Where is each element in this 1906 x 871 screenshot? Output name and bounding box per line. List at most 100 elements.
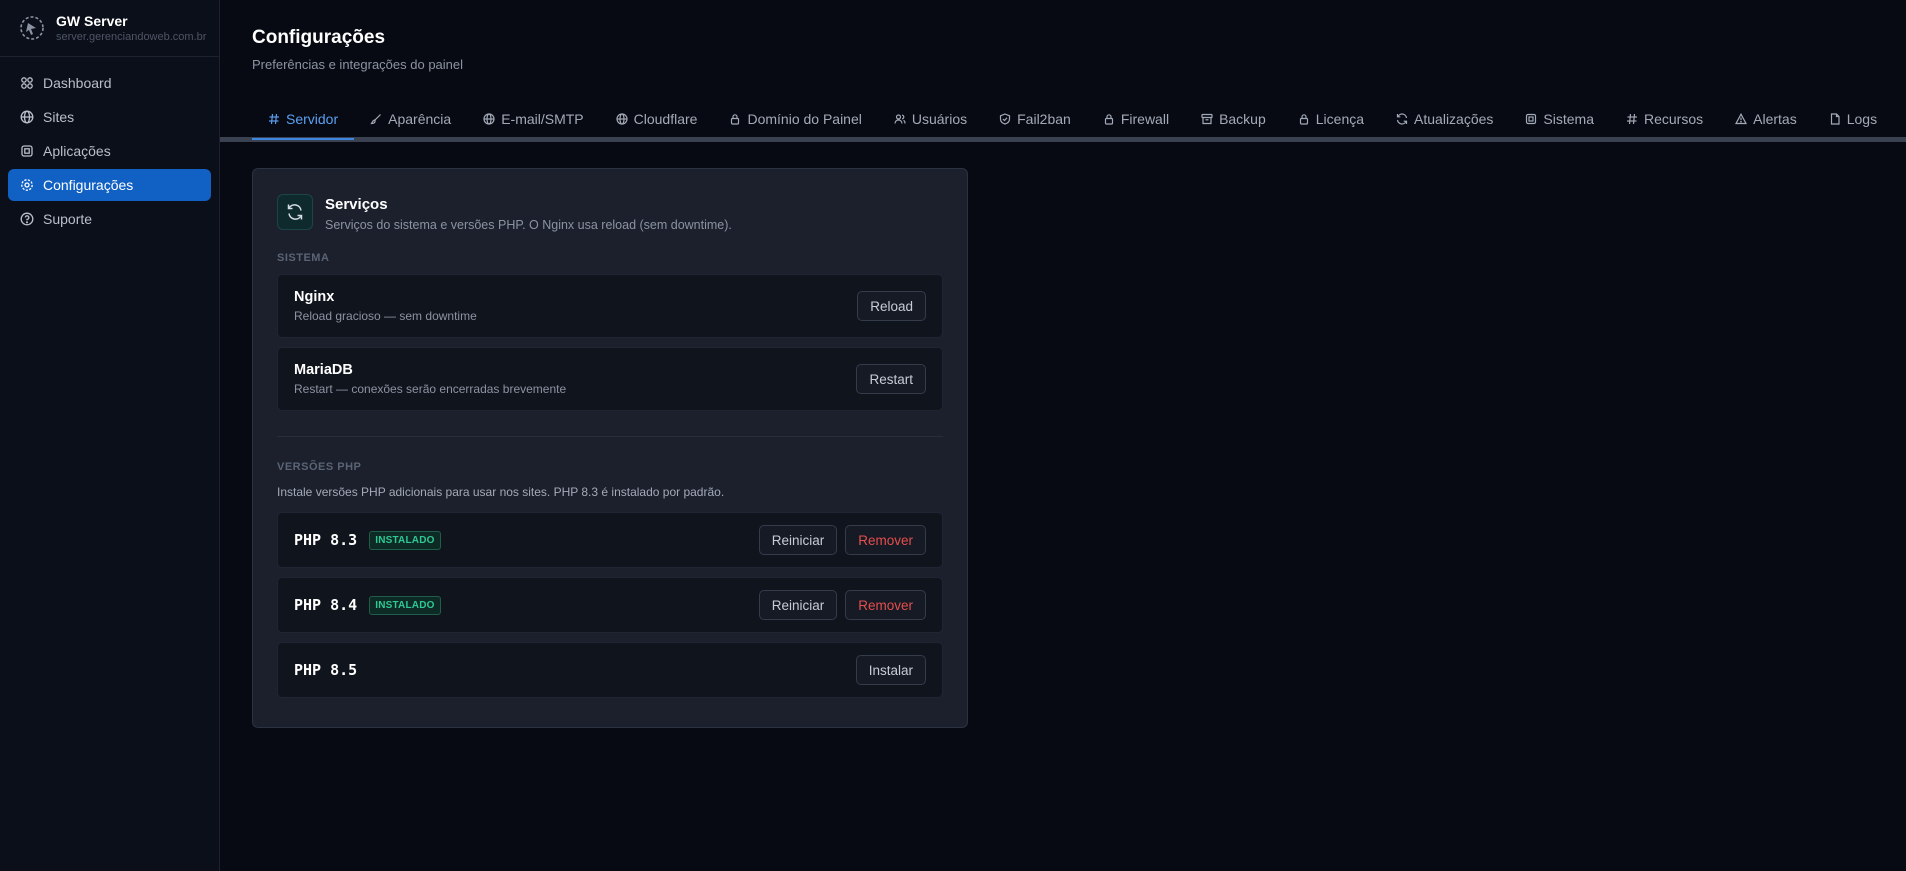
tab-label: Cloudflare: [633, 111, 698, 127]
lock-icon: [731, 114, 740, 125]
brand-subtitle: server.gerenciandoweb.com.br: [56, 31, 207, 43]
refresh-icon: [277, 194, 313, 230]
tab-label: Fail2ban: [1017, 111, 1071, 127]
tab-label: Atualizações: [1414, 111, 1494, 127]
tab-label: Domínio do Painel: [747, 111, 862, 127]
php-row-8-5: PHP 8.5 Instalar: [277, 642, 943, 698]
sidebar-item-sites[interactable]: Sites: [8, 101, 211, 133]
main-content: Configurações Preferências e integrações…: [220, 0, 1906, 871]
tab-email-smtp[interactable]: E-mail/SMTP: [467, 98, 599, 140]
sidebar-item-label: Dashboard: [43, 75, 112, 91]
page-header: Configurações Preferências e integrações…: [220, 0, 1906, 80]
tab-licenca[interactable]: Licença: [1282, 98, 1380, 140]
service-description: Restart — conexões serão encerradas brev…: [294, 382, 567, 396]
tab-label: Aparência: [388, 111, 452, 127]
brand[interactable]: GW Server server.gerenciandoweb.com.br: [0, 0, 219, 57]
php-row-8-4: PHP 8.4 INSTALADO Reiniciar Remover: [277, 577, 943, 633]
nginx-reload-button[interactable]: Reload: [857, 291, 926, 321]
service-description: Reload gracioso — sem downtime: [294, 309, 477, 323]
php-version-name: PHP 8.5: [294, 661, 358, 679]
tab-cloudflare[interactable]: Cloudflare: [600, 98, 714, 140]
php-8-3-restart-button[interactable]: Reiniciar: [758, 525, 838, 555]
php-8-4-restart-button[interactable]: Reiniciar: [758, 590, 838, 620]
tab-alertas[interactable]: Alertas: [1719, 98, 1813, 140]
tab-label: Backup: [1219, 111, 1266, 127]
service-row-mariadb: MariaDB Restart — conexões serão encerra…: [277, 347, 943, 411]
sidebar-item-label: Configurações: [43, 177, 134, 193]
php-8-5-install-button[interactable]: Instalar: [855, 655, 926, 685]
card-header: Serviços Serviços do sistema e versões P…: [277, 194, 943, 232]
settings-tabs: Servidor Aparência E-mail/SMTP Cloudflar…: [220, 98, 1906, 142]
tab-label: Logs: [1846, 111, 1878, 127]
alert-triangle-icon: [1735, 113, 1748, 125]
tab-label: Licença: [1315, 111, 1365, 127]
globe-icon: [20, 110, 34, 124]
sidebar-item-suporte[interactable]: Suporte: [8, 203, 211, 235]
chip-icon: [21, 145, 33, 157]
sidebar: GW Server server.gerenciandoweb.com.br D…: [0, 0, 220, 871]
tab-dominio-painel[interactable]: Domínio do Painel: [713, 98, 877, 140]
tab-label: Usuários: [911, 111, 968, 127]
mariadb-restart-button[interactable]: Restart: [856, 364, 926, 394]
tab-fail2ban[interactable]: Fail2ban: [983, 98, 1087, 140]
hash-icon: [1627, 113, 1637, 125]
tab-label: Recursos: [1644, 111, 1704, 127]
chip-icon: [1526, 113, 1537, 125]
status-badge: INSTALADO: [369, 595, 441, 615]
php-8-3-remove-button[interactable]: Remover: [845, 525, 926, 555]
tab-label: Sistema: [1543, 111, 1594, 127]
card-description: Serviços do sistema e versões PHP. O Ngi…: [325, 218, 732, 232]
service-row-nginx: Nginx Reload gracioso — sem downtime Rel…: [277, 274, 943, 338]
php-note: Instale versões PHP adicionais para usar…: [277, 485, 725, 499]
tab-sistema[interactable]: Sistema: [1509, 98, 1610, 140]
page-title: Configurações: [252, 27, 386, 48]
brush-icon: [370, 114, 382, 125]
php-8-4-remove-button[interactable]: Remover: [845, 590, 926, 620]
card-title: Serviços: [325, 196, 388, 213]
page-subtitle: Preferências e integrações do painel: [252, 57, 464, 72]
tab-aparencia[interactable]: Aparência: [354, 98, 467, 140]
service-name: Nginx: [294, 289, 335, 305]
gear-icon: [21, 179, 33, 191]
lock-icon: [1299, 114, 1308, 125]
tab-recursos[interactable]: Recursos: [1610, 98, 1719, 140]
sidebar-item-label: Aplicações: [43, 143, 111, 159]
service-name: MariaDB: [294, 362, 353, 378]
file-icon: [1830, 113, 1840, 125]
tab-firewall[interactable]: Firewall: [1087, 98, 1185, 140]
sidebar-item-label: Sites: [43, 109, 75, 125]
sidebar-item-aplicacoes[interactable]: Aplicações: [8, 135, 211, 167]
brand-title: GW Server: [56, 13, 128, 29]
sidebar-item-configuracoes[interactable]: Configurações: [8, 169, 211, 201]
php-version-name: PHP 8.3: [294, 531, 358, 549]
tab-logs[interactable]: Logs: [1813, 98, 1893, 140]
sidebar-item-dashboard[interactable]: Dashboard: [8, 67, 211, 99]
globe-icon: [483, 113, 495, 125]
sidebar-nav: Dashboard Sites Aplicações Configurações…: [0, 57, 219, 245]
php-row-8-3: PHP 8.3 INSTALADO Reiniciar Remover: [277, 512, 943, 568]
tab-atualizacoes[interactable]: Atualizações: [1380, 98, 1509, 140]
tab-label: Alertas: [1753, 111, 1797, 127]
section-label-php: VERSÕES PHP: [277, 461, 362, 473]
lock-icon: [1104, 114, 1113, 125]
tab-label: E-mail/SMTP: [501, 111, 584, 127]
tab-servidor[interactable]: Servidor: [252, 98, 355, 140]
hash-icon: [269, 113, 279, 125]
sidebar-item-label: Suporte: [43, 211, 93, 227]
users-icon: [894, 114, 906, 124]
archive-icon: [1201, 113, 1213, 125]
status-badge: INSTALADO: [369, 530, 441, 550]
logo-icon: [18, 14, 46, 42]
refresh-icon: [1396, 113, 1408, 125]
tab-label: Firewall: [1120, 111, 1170, 127]
globe-icon: [616, 113, 628, 125]
section-label-sistema: SISTEMA: [277, 252, 330, 264]
section-divider: [277, 436, 943, 437]
help-circle-icon: [20, 212, 34, 226]
tab-label: Servidor: [286, 111, 339, 127]
tab-usuarios[interactable]: Usuários: [878, 98, 983, 140]
php-version-name: PHP 8.4: [294, 596, 358, 614]
services-card: Serviços Serviços do sistema e versões P…: [252, 168, 968, 728]
tab-backup[interactable]: Backup: [1185, 98, 1282, 140]
grid-icon: [21, 77, 33, 89]
